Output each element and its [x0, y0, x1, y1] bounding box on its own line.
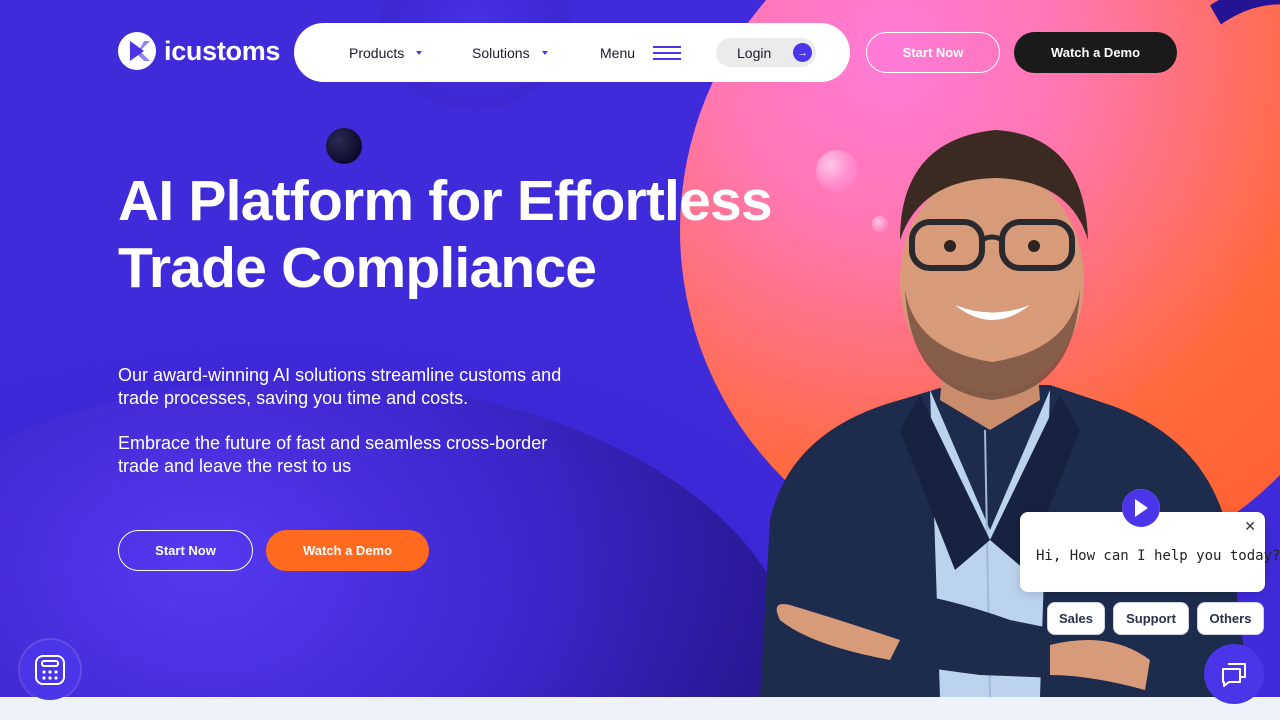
- chevron-down-icon: [541, 50, 548, 55]
- nav-solutions-label: Solutions: [472, 44, 530, 61]
- nav-menu[interactable]: Menu: [600, 23, 682, 82]
- brand-name: icustoms: [164, 35, 281, 66]
- nav-menu-label: Menu: [600, 44, 636, 61]
- nav-products[interactable]: Products: [349, 23, 423, 82]
- main-nav: Products Solutions Menu Login →: [294, 23, 850, 82]
- hero-background: [0, 0, 1280, 697]
- chat-bot-avatar: [1122, 489, 1160, 527]
- chat-option-support[interactable]: Support: [1113, 602, 1189, 635]
- logo-mark-icon: [1122, 489, 1160, 527]
- chat-option-others[interactable]: Others: [1197, 602, 1264, 635]
- logo-mark-icon: [118, 32, 156, 70]
- page-title: AI Platform for Effortless Trade Complia…: [118, 168, 818, 302]
- nav-products-label: Products: [349, 44, 405, 61]
- login-button[interactable]: Login →: [716, 38, 816, 67]
- chat-greeting: Hi, How can I help you today?: [1036, 548, 1280, 564]
- footer-strip: [0, 697, 1280, 720]
- header-watch-demo-button[interactable]: Watch a Demo: [1014, 32, 1177, 73]
- chat-launcher-button[interactable]: [1204, 644, 1264, 704]
- header-start-now-button[interactable]: Start Now: [866, 32, 1000, 73]
- login-label: Login: [737, 44, 772, 61]
- chat-option-sales[interactable]: Sales: [1047, 602, 1105, 635]
- calculator-button[interactable]: [20, 640, 80, 700]
- hero-description-1: Our award-winning AI solutions streamlin…: [118, 365, 562, 408]
- hamburger-icon: [653, 45, 682, 60]
- close-icon[interactable]: ✕: [1244, 518, 1256, 535]
- hero-description-2: Embrace the future of fast and seamless …: [118, 433, 548, 476]
- hero-start-now-button[interactable]: Start Now: [118, 530, 253, 571]
- hero-watch-demo-button[interactable]: Watch a Demo: [266, 530, 429, 571]
- chevron-down-icon: [416, 50, 423, 55]
- headline-line-1: AI Platform for Effortless: [118, 169, 773, 233]
- arrow-right-icon: →: [793, 43, 812, 62]
- headline-line-2: Trade Compliance: [118, 236, 597, 300]
- brand-logo[interactable]: icustoms: [118, 32, 280, 70]
- nav-solutions[interactable]: Solutions: [472, 23, 548, 82]
- decorative-bubble-dark: [326, 128, 362, 164]
- calculator-icon: [35, 655, 65, 685]
- chat-bubbles-icon: [1222, 663, 1246, 687]
